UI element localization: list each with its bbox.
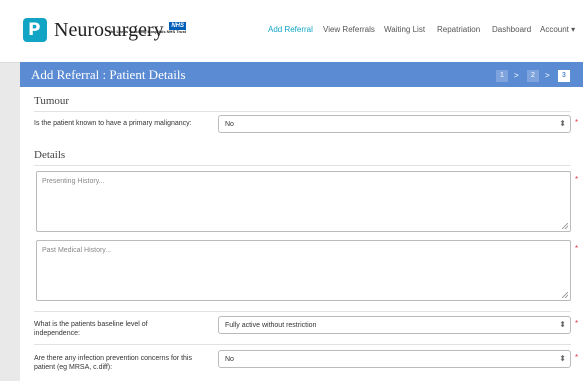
- primary-malignancy-select[interactable]: No ⬍: [218, 115, 571, 133]
- step-2[interactable]: 2: [527, 70, 539, 82]
- select-arrow-icon: ⬍: [559, 320, 566, 329]
- baseline-independence-select[interactable]: Fully active without restriction ⬍: [218, 316, 571, 334]
- required-marker: *: [575, 353, 579, 362]
- patient-details-panel: Add Referral : Patient Details 1 > 2 > 3…: [20, 62, 583, 381]
- step-3[interactable]: 3: [558, 70, 570, 82]
- divider: [34, 311, 571, 312]
- baseline-independence-label: What is the patients baseline level of i…: [34, 320, 148, 338]
- nav-add-referral[interactable]: Add Referral: [268, 25, 313, 35]
- resize-handle-icon[interactable]: [562, 292, 568, 298]
- select-arrow-icon: ⬍: [559, 119, 566, 128]
- panel-header: Add Referral : Patient Details 1 > 2 > 3: [20, 62, 583, 87]
- section-title-details: Details: [34, 149, 66, 161]
- past-medical-history-textarea[interactable]: Past Medical History...: [36, 240, 571, 301]
- nhs-trust-name: The Leeds Teaching Hospitals NHS Trust: [108, 29, 186, 34]
- baseline-independence-label-line2: independence:: [34, 330, 80, 337]
- page-title: Add Referral : Patient Details: [31, 67, 186, 82]
- section-title-tumour: Tumour: [34, 95, 70, 107]
- infection-prevention-label-line2: patient (eg MRSA, c.diff):: [34, 364, 113, 371]
- neurosurgery-logo-icon[interactable]: P: [23, 18, 47, 42]
- infection-prevention-label: Are there any infection prevention conce…: [34, 354, 192, 372]
- step-separator-icon: >: [514, 71, 519, 80]
- nav-waiting-list[interactable]: Waiting List: [384, 25, 425, 35]
- baseline-independence-label-line1: What is the patients baseline level of: [34, 321, 148, 328]
- step-1[interactable]: 1: [496, 70, 508, 82]
- presenting-history-placeholder: Presenting History...: [42, 178, 105, 185]
- logo-glyph: P: [28, 20, 41, 40]
- nav-repatriation[interactable]: Repatriation: [437, 25, 480, 35]
- baseline-independence-value: Fully active without restriction: [225, 322, 317, 329]
- nav-account[interactable]: Account ▾: [540, 25, 575, 35]
- nav-view-referrals[interactable]: View Referrals: [323, 25, 375, 35]
- past-medical-history-placeholder: Past Medical History...: [42, 247, 112, 254]
- primary-malignancy-value: No: [225, 121, 234, 128]
- presenting-history-textarea[interactable]: Presenting History...: [36, 171, 571, 232]
- nav-dashboard[interactable]: Dashboard: [492, 25, 531, 35]
- infection-prevention-select[interactable]: No ⬍: [218, 350, 571, 368]
- nhs-trust-logo: NHS The Leeds Teaching Hospitals NHS Tru…: [108, 22, 186, 40]
- top-navbar: P Neurosurgery NHS The Leeds Teaching Ho…: [0, 0, 583, 63]
- divider: [34, 344, 571, 345]
- required-marker: *: [575, 244, 579, 253]
- select-arrow-icon: ⬍: [559, 354, 566, 363]
- required-marker: *: [575, 118, 579, 127]
- divider: [34, 165, 571, 166]
- required-marker: *: [575, 319, 579, 328]
- resize-handle-icon[interactable]: [562, 223, 568, 229]
- infection-prevention-label-line1: Are there any infection prevention conce…: [34, 355, 192, 362]
- required-marker: *: [575, 175, 579, 184]
- infection-prevention-value: No: [225, 356, 234, 363]
- primary-malignancy-label: Is the patient known to have a primary m…: [34, 120, 192, 127]
- divider: [34, 111, 571, 112]
- step-separator-icon: >: [545, 71, 550, 80]
